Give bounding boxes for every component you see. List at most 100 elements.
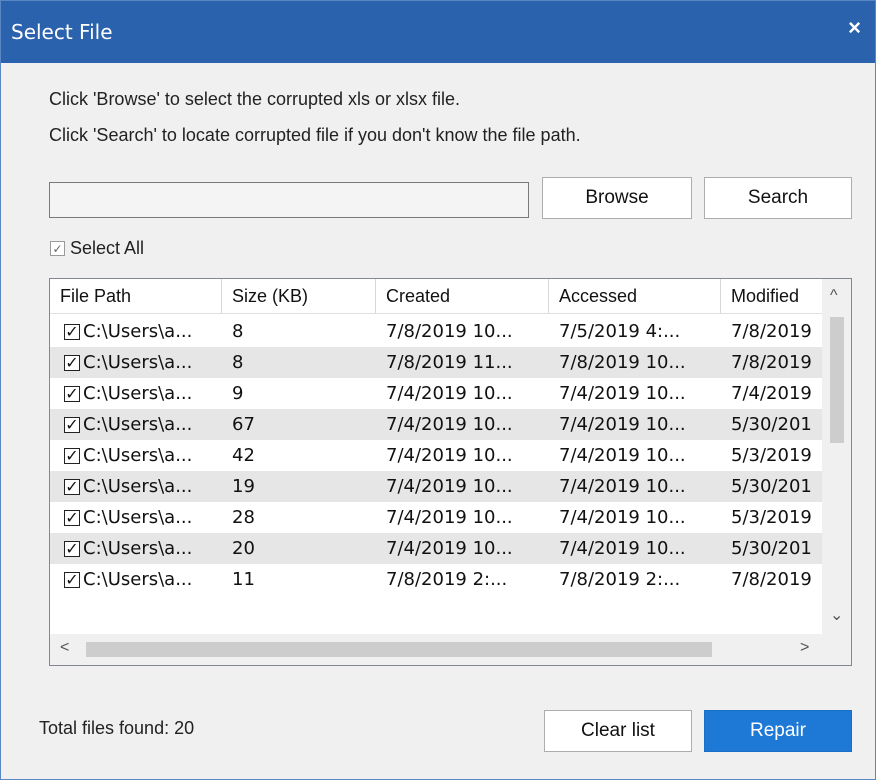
cell-modified: 5/30/201 xyxy=(731,538,812,559)
title-bar: Select File × xyxy=(1,1,875,63)
cell-file-path: ✓ C:\Users\a... xyxy=(50,533,222,564)
column-header-created[interactable]: Created xyxy=(376,279,549,313)
table-row[interactable]: ✓ C:\Users\a... 67 7/4/2019 10... 7/4/2019 1… xyxy=(50,409,822,440)
cell-created: 7/4/2019 10... xyxy=(386,538,513,559)
total-files-count: 20 xyxy=(174,718,195,738)
cell-size: 19 xyxy=(232,476,255,497)
cell-created: 7/8/2019 2:... xyxy=(386,569,508,590)
cell-accessed: 7/4/2019 10... xyxy=(559,538,686,559)
scroll-right-arrow-icon[interactable]: > xyxy=(800,639,809,657)
table-row[interactable]: ✓ C:\Users\a... 28 7/4/2019 10... 7/4/2019 1… xyxy=(50,502,822,533)
column-header-file-path[interactable]: File Path xyxy=(50,279,222,313)
total-files-found: Total files found: 20 xyxy=(39,718,194,739)
file-path-text: C:\Users\a... xyxy=(83,321,193,342)
cell-created: 7/4/2019 10... xyxy=(386,414,513,435)
column-header-accessed[interactable]: Accessed xyxy=(549,279,721,313)
cell-modified: 5/30/201 xyxy=(731,414,812,435)
scroll-left-arrow-icon[interactable]: < xyxy=(60,639,69,657)
row-checkbox[interactable]: ✓ xyxy=(64,540,80,557)
file-list-header: File Path Size (KB) Created Accessed Mod… xyxy=(50,279,822,314)
dialog-title: Select File xyxy=(11,20,113,44)
table-row[interactable]: ✓ C:\Users\a... 20 7/4/2019 10... 7/4/2019 1… xyxy=(50,533,822,564)
cell-accessed: 7/8/2019 2:... xyxy=(559,569,681,590)
cell-created: 7/4/2019 10... xyxy=(386,383,513,404)
horizontal-scrollbar[interactable]: < > xyxy=(50,634,822,665)
cell-size: 20 xyxy=(232,538,255,559)
row-checkbox[interactable]: ✓ xyxy=(64,323,80,340)
select-all-label: Select All xyxy=(70,238,145,258)
table-row[interactable]: ✓ C:\Users\a... 19 7/4/2019 10... 7/4/2019 1… xyxy=(50,471,822,502)
column-header-size[interactable]: Size (KB) xyxy=(222,279,376,313)
cell-size: 28 xyxy=(232,507,255,528)
cell-accessed: 7/8/2019 10... xyxy=(559,352,686,373)
file-path-text: C:\Users\a... xyxy=(83,476,193,497)
cell-created: 7/8/2019 10... xyxy=(386,321,513,342)
vertical-scrollbar[interactable]: ^ ⌄ xyxy=(822,279,851,634)
cell-created: 7/4/2019 10... xyxy=(386,507,513,528)
checkbox-check-icon[interactable]: ✓ xyxy=(50,241,65,256)
row-checkbox[interactable]: ✓ xyxy=(64,478,80,495)
cell-size: 11 xyxy=(232,569,255,590)
total-files-label: Total files found: xyxy=(39,718,170,738)
cell-created: 7/4/2019 10... xyxy=(386,476,513,497)
scroll-down-arrow-icon[interactable]: ⌄ xyxy=(830,605,843,625)
table-row[interactable]: ✓ C:\Users\a... 11 7/8/2019 2:... 7/8/2019 2… xyxy=(50,564,822,595)
cell-file-path: ✓ C:\Users\a... xyxy=(50,409,222,440)
cell-size: 8 xyxy=(232,321,244,342)
table-row[interactable]: ✓ C:\Users\a... 42 7/4/2019 10... 7/4/2019 1… xyxy=(50,440,822,471)
file-path-text: C:\Users\a... xyxy=(83,569,193,590)
cell-accessed: 7/4/2019 10... xyxy=(559,445,686,466)
instruction-browse: Click 'Browse' to select the corrupted x… xyxy=(49,89,461,109)
file-path-text: C:\Users\a... xyxy=(83,383,193,404)
table-row[interactable]: ✓ C:\Users\a... 8 7/8/2019 11... 7/8/2019 10… xyxy=(50,347,822,378)
column-header-modified[interactable]: Modified xyxy=(721,279,822,313)
cell-modified: 5/3/2019 xyxy=(731,507,812,528)
cell-size: 42 xyxy=(232,445,255,466)
cell-accessed: 7/5/2019 4:... xyxy=(559,321,681,342)
file-path-text: C:\Users\a... xyxy=(83,538,193,559)
horizontal-scroll-thumb[interactable] xyxy=(86,642,712,657)
row-checkbox[interactable]: ✓ xyxy=(64,447,80,464)
file-path-text: C:\Users\a... xyxy=(83,445,193,466)
file-list[interactable]: File Path Size (KB) Created Accessed Mod… xyxy=(49,278,852,666)
row-checkbox[interactable]: ✓ xyxy=(64,509,80,526)
file-path-text: C:\Users\a... xyxy=(83,414,193,435)
cell-file-path: ✓ C:\Users\a... xyxy=(50,378,222,409)
cell-modified: 5/3/2019 xyxy=(731,445,812,466)
cell-file-path: ✓ C:\Users\a... xyxy=(50,564,222,595)
select-all-checkbox[interactable]: ✓ Select All xyxy=(50,238,144,259)
cell-modified: 7/8/2019 xyxy=(731,321,812,342)
close-icon[interactable]: × xyxy=(848,15,861,41)
cell-accessed: 7/4/2019 10... xyxy=(559,507,686,528)
row-checkbox[interactable]: ✓ xyxy=(64,571,80,588)
cell-accessed: 7/4/2019 10... xyxy=(559,414,686,435)
cell-file-path: ✓ C:\Users\a... xyxy=(50,471,222,502)
instruction-search: Click 'Search' to locate corrupted file … xyxy=(49,125,581,145)
file-path-text: C:\Users\a... xyxy=(83,507,193,528)
repair-button[interactable]: Repair xyxy=(704,710,852,752)
table-row[interactable]: ✓ C:\Users\a... 9 7/4/2019 10... 7/4/2019 10… xyxy=(50,378,822,409)
file-path-input[interactable] xyxy=(49,182,529,218)
cell-file-path: ✓ C:\Users\a... xyxy=(50,316,222,347)
row-checkbox[interactable]: ✓ xyxy=(64,354,80,371)
clear-list-button[interactable]: Clear list xyxy=(544,710,692,752)
cell-modified: 7/8/2019 xyxy=(731,352,812,373)
cell-file-path: ✓ C:\Users\a... xyxy=(50,440,222,471)
cell-size: 8 xyxy=(232,352,244,373)
table-row[interactable]: ✓ C:\Users\a... 8 7/8/2019 10... 7/5/2019 4:… xyxy=(50,316,822,347)
cell-modified: 7/4/2019 xyxy=(731,383,812,404)
select-file-dialog: Select File × Click 'Browse' to select t… xyxy=(0,0,876,780)
row-checkbox[interactable]: ✓ xyxy=(64,416,80,433)
search-button[interactable]: Search xyxy=(704,177,852,219)
row-checkbox[interactable]: ✓ xyxy=(64,385,80,402)
cell-modified: 7/8/2019 xyxy=(731,569,812,590)
cell-file-path: ✓ C:\Users\a... xyxy=(50,502,222,533)
scroll-up-arrow-icon[interactable]: ^ xyxy=(830,287,838,305)
file-path-text: C:\Users\a... xyxy=(83,352,193,373)
vertical-scroll-thumb[interactable] xyxy=(830,317,844,443)
cell-accessed: 7/4/2019 10... xyxy=(559,476,686,497)
browse-button[interactable]: Browse xyxy=(542,177,692,219)
cell-file-path: ✓ C:\Users\a... xyxy=(50,347,222,378)
cell-created: 7/8/2019 11... xyxy=(386,352,513,373)
cell-created: 7/4/2019 10... xyxy=(386,445,513,466)
